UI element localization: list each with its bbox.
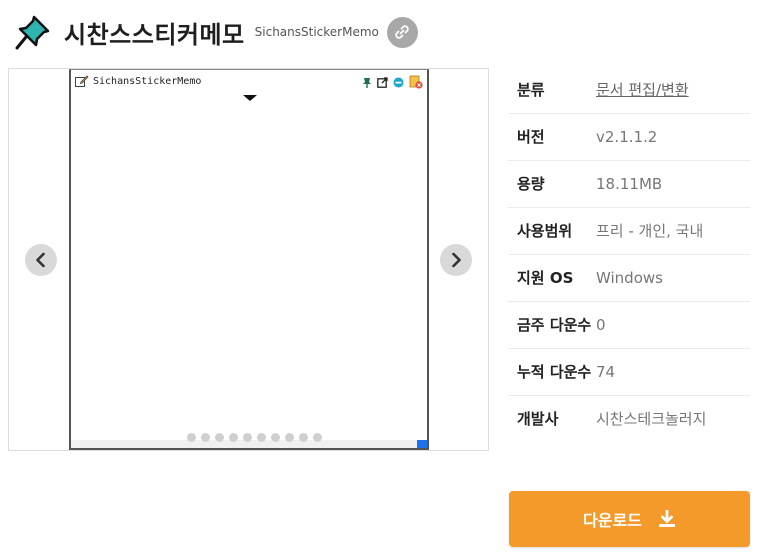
info-row-size: 용량 18.11MB: [508, 161, 750, 208]
info-row-os: 지원 OS Windows: [508, 255, 750, 302]
app-title: 시찬스스티커메모: [64, 20, 245, 49]
link-icon: [394, 24, 410, 40]
link-button[interactable]: [386, 16, 418, 48]
delete-note-icon: [409, 75, 423, 89]
minimize-circle-icon: [393, 77, 404, 88]
info-value: 시찬스테크놀러지: [596, 410, 707, 428]
dropdown-arrow-icon: [243, 95, 257, 101]
prev-button[interactable]: [25, 244, 57, 276]
info-row-license: 사용범위 프리 - 개인, 국내: [508, 208, 750, 255]
info-label: 지원 OS: [517, 269, 574, 287]
carousel-dot[interactable]: [299, 433, 308, 442]
carousel-dot[interactable]: [229, 433, 238, 442]
info-label: 버전: [517, 128, 545, 146]
info-table: 분류 문서 편집/변환 버전 v2.1.1.2 용량 18.11MB 사용범위 …: [508, 67, 750, 442]
download-label: 다운로드: [583, 511, 642, 530]
carousel-dot[interactable]: [215, 433, 224, 442]
next-button[interactable]: [440, 244, 472, 276]
carousel-dot[interactable]: [187, 433, 196, 442]
info-value: 프리 - 개인, 국내: [596, 222, 704, 240]
info-label: 용량: [517, 175, 545, 193]
category-link[interactable]: 문서 편집/변환: [596, 79, 689, 101]
memo-edit-icon: [75, 75, 89, 87]
chevron-right-icon: [449, 252, 463, 268]
info-value: 0: [596, 316, 606, 334]
info-label: 분류: [517, 81, 545, 99]
info-value: v2.1.1.2: [596, 128, 658, 146]
carousel-dot[interactable]: [271, 433, 280, 442]
screenshot-image: SichansStickerMemo: [69, 69, 429, 450]
popout-icon: [377, 76, 388, 88]
sticker-toolbar: [362, 75, 423, 89]
info-row-weekly-downloads: 금주 다운수 0: [508, 302, 750, 349]
info-value: 74: [596, 363, 616, 381]
download-button[interactable]: 다운로드: [509, 491, 750, 547]
screenshot-gallery: SichansStickerMemo: [8, 68, 489, 451]
info-label: 누적 다운수: [517, 363, 592, 381]
info-label: 사용범위: [517, 222, 573, 240]
download-icon: [658, 510, 676, 528]
chevron-left-icon: [34, 252, 48, 268]
sticker-window-title: SichansStickerMemo: [93, 75, 202, 87]
info-label: 금주 다운수: [517, 316, 592, 334]
scrollbar-thumb: [417, 440, 427, 448]
carousel-dot[interactable]: [243, 433, 252, 442]
carousel-dot[interactable]: [285, 433, 294, 442]
info-value: Windows: [596, 269, 663, 287]
carousel-dots: [187, 433, 322, 442]
carousel-dot[interactable]: [257, 433, 266, 442]
info-row-category: 분류 문서 편집/변환: [508, 67, 750, 114]
carousel-dot[interactable]: [313, 433, 322, 442]
info-label: 개발사: [517, 410, 559, 428]
pushpin-icon: [14, 13, 52, 51]
header: 시찬스스티커메모 SichansStickerMemo: [14, 10, 418, 54]
carousel-dot[interactable]: [201, 433, 210, 442]
pin-icon: [362, 77, 372, 88]
info-row-developer: 개발사 시찬스테크놀러지: [508, 396, 750, 442]
info-value: 18.11MB: [596, 175, 663, 193]
info-row-total-downloads: 누적 다운수 74: [508, 349, 750, 396]
info-row-version: 버전 v2.1.1.2: [508, 114, 750, 161]
app-subtitle: SichansStickerMemo: [254, 25, 379, 39]
